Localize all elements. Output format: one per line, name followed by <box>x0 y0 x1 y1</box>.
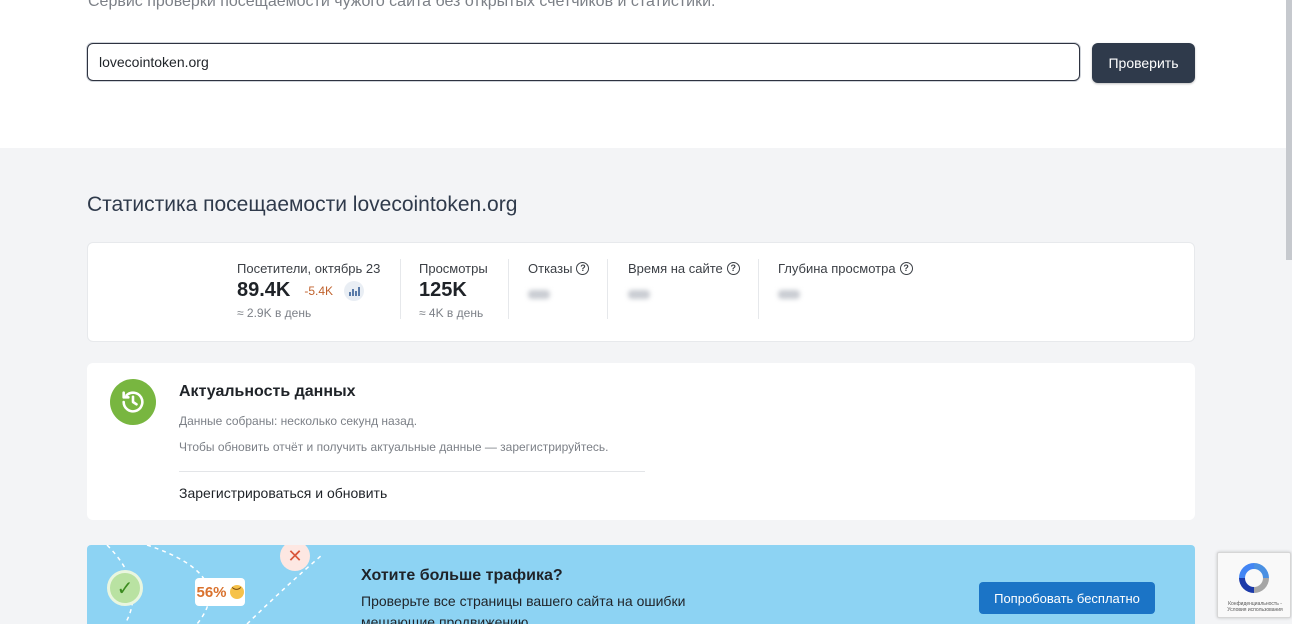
stat-bounces-label-row: Отказы ? <box>528 261 590 276</box>
stat-bounces-label: Отказы <box>528 261 573 276</box>
stat-divider <box>400 259 401 319</box>
recaptcha-badge[interactable]: Конфиденциальность - Условия использован… <box>1217 552 1291 618</box>
checkmark-icon: ✓ <box>107 570 143 606</box>
promo-title: Хотите больше трафика? <box>361 567 563 584</box>
stat-time-hidden-value <box>628 290 650 299</box>
stat-views: Просмотры 125K ≈ 4K в день <box>419 261 488 327</box>
stat-divider <box>508 259 509 319</box>
question-icon[interactable]: ? <box>726 262 740 275</box>
freshness-card: Актуальность данных Данные собраны: неск… <box>87 363 1195 520</box>
page-subtitle: Сервис проверки посещаемости чужого сайт… <box>88 0 716 10</box>
stat-visitors: Посетители, октябрь 23 89.4K -5.4K ≈ 2.9… <box>237 261 380 327</box>
stat-divider <box>607 259 608 319</box>
stat-visitors-label: Посетители, октябрь 23 <box>237 261 381 276</box>
stat-visitors-value: 89.4K <box>237 279 291 301</box>
stat-views-label: Просмотры <box>419 261 488 276</box>
freshness-hint: Чтобы обновить отчёт и получить актуальн… <box>179 440 609 454</box>
stats-title: Статистика посещаемости lovecointoken.or… <box>87 193 518 216</box>
sad-face-icon: ︶ <box>229 585 244 599</box>
promo-text: Проверьте все страницы вашего сайта на о… <box>361 593 686 624</box>
recaptcha-text: Конфиденциальность - Условия использован… <box>1227 601 1283 613</box>
trend-chart-icon[interactable] <box>344 280 365 301</box>
stat-views-per-day: ≈ 4K в день <box>419 306 484 320</box>
promo-percent: 56% <box>196 583 227 601</box>
stat-time-label-row: Время на сайте ? <box>628 261 740 276</box>
freshness-collected: Данные собраны: несколько секунд назад. <box>179 414 418 428</box>
freshness-title: Актуальность данных <box>179 383 356 400</box>
stat-divider <box>758 259 759 319</box>
stat-time-label: Время на сайте <box>628 261 723 276</box>
stat-visitors-value-row: 89.4K -5.4K <box>237 279 380 302</box>
stat-depth-hidden-value <box>778 290 800 299</box>
stats-card: Посетители, октябрь 23 89.4K -5.4K ≈ 2.9… <box>87 242 1195 342</box>
top-section: Сервис проверки посещаемости чужого сайт… <box>0 0 1292 148</box>
question-icon[interactable]: ? <box>899 262 913 275</box>
check-button[interactable]: Проверить <box>1092 43 1195 83</box>
site-url-input[interactable] <box>87 43 1080 81</box>
scrollbar-thumb[interactable] <box>1286 0 1292 260</box>
stat-views-value: 125K <box>419 279 467 301</box>
try-free-button[interactable]: Попробовать бесплатно <box>979 582 1155 614</box>
stat-visitors-per-day: ≈ 2.9K в день <box>237 306 312 320</box>
history-clock-icon <box>110 379 156 425</box>
question-icon[interactable]: ? <box>576 262 590 275</box>
freshness-divider <box>179 471 645 472</box>
stat-bounces-hidden-value <box>528 290 550 299</box>
stat-time-on-site: Время на сайте ? <box>628 261 740 327</box>
stat-depth: Глубина просмотра ? <box>778 261 913 327</box>
promo-percent-badge: 56% ︶ <box>195 578 245 606</box>
stat-depth-label: Глубина просмотра <box>778 261 896 276</box>
stat-bounces: Отказы ? <box>528 261 590 327</box>
recaptcha-icon <box>1239 563 1269 593</box>
register-and-update-link[interactable]: Зарегистрироваться и обновить <box>179 485 387 501</box>
promo-banner: ✓ ✕ 56% ︶ Хотите больше трафика? Проверь… <box>87 545 1195 624</box>
stat-visitors-delta: -5.4K <box>304 283 334 298</box>
stat-depth-label-row: Глубина просмотра ? <box>778 261 913 276</box>
